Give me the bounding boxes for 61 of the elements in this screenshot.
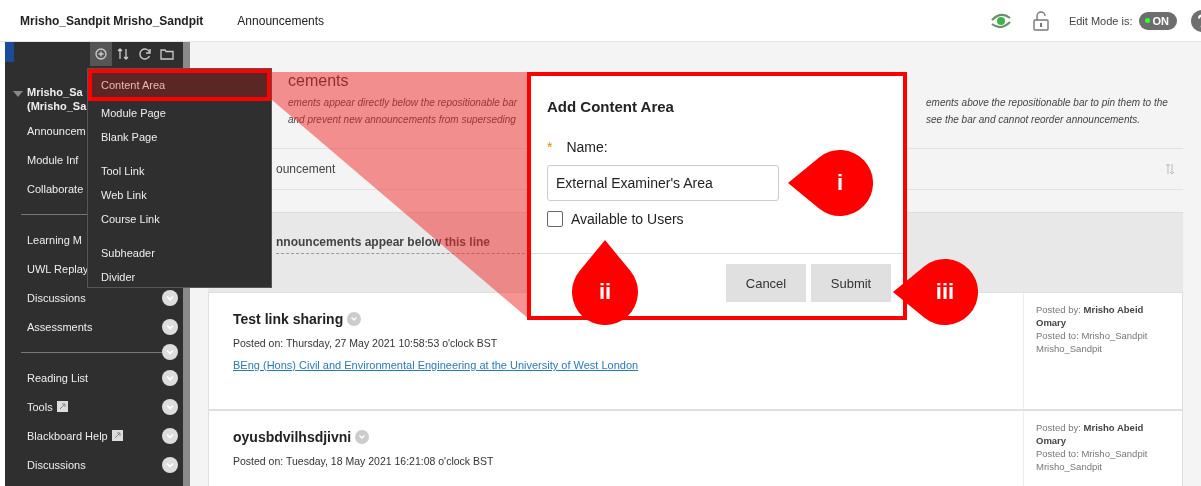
- options-icon[interactable]: [162, 427, 178, 444]
- course-tab-marker: [5, 42, 14, 62]
- course-menu-item[interactable]: Module Inf: [27, 153, 79, 166]
- course-name[interactable]: (Mrisho_Sa: [27, 100, 87, 112]
- course-menu-item[interactable]: Collaborate: [27, 182, 84, 195]
- course-title[interactable]: Mrisho_Sandpit Mrisho_Sandpit: [20, 13, 204, 28]
- menu-item[interactable]: Module Page: [88, 101, 271, 125]
- announcement-title: Test link sharing: [233, 311, 344, 327]
- callout-label: iii: [935, 279, 955, 305]
- posted-to: Posted to: Mrisho_Sandpit Mrisho_Sandpit: [1036, 447, 1149, 473]
- required-mark: *: [547, 139, 553, 155]
- checkbox-label: Available to Users: [571, 211, 684, 227]
- course-menu-item[interactable]: Blackboard Help: [27, 429, 108, 442]
- edit-mode-label: Edit Mode is:: [1068, 14, 1133, 27]
- posted-by: Posted by: Mrisho Abeid Omary: [1036, 421, 1145, 447]
- options-icon[interactable]: [162, 456, 178, 473]
- cancel-button[interactable]: Cancel: [726, 264, 806, 302]
- edit-mode-toggle[interactable]: ON: [1138, 11, 1177, 30]
- course-menu-item[interactable]: Learning M: [27, 233, 83, 246]
- submit-button[interactable]: Submit: [811, 264, 891, 302]
- posted-date: Posted on: Thursday, 27 May 2021 10:58:53 o'clock BST: [233, 337, 499, 349]
- options-icon[interactable]: [162, 369, 178, 386]
- add-icon[interactable]: [90, 42, 112, 66]
- options-icon[interactable]: [162, 289, 178, 306]
- announcement-link[interactable]: BEng (Hons) Civil and Environmental Engineering at the University of West London: [233, 359, 999, 371]
- menu-item[interactable]: Blank Page: [88, 125, 271, 149]
- options-icon[interactable]: [162, 398, 178, 415]
- course-menu-item[interactable]: Tools: [27, 400, 53, 413]
- create-announcement-button[interactable]: ouncement: [276, 162, 336, 176]
- course-menu-item[interactable]: UWL Replay: [27, 262, 89, 275]
- lock-icon[interactable]: [1032, 10, 1049, 31]
- options-icon[interactable]: [162, 318, 178, 335]
- course-name[interactable]: Mrisho_Sa: [27, 86, 87, 98]
- course-menu-item[interactable]: Reading List: [27, 371, 89, 384]
- announcement-title: oyusbdvilhsdjivni: [233, 429, 352, 445]
- instruction-text: ements appear directly below the repositionable bar: [288, 96, 519, 110]
- callout-label: i: [836, 170, 844, 196]
- posted-by: Posted by: Mrisho Abeid Omary: [1036, 303, 1145, 329]
- menu-item[interactable]: Tool Link: [88, 159, 271, 183]
- page-title: cements: [288, 72, 350, 90]
- breadcrumb: Announcements: [237, 13, 325, 28]
- expand-caret-icon[interactable]: [13, 90, 23, 98]
- callout-label: ii: [598, 279, 612, 305]
- course-menu-item[interactable]: Assessments: [27, 320, 93, 333]
- course-menu-item[interactable]: Discussions: [27, 458, 86, 471]
- instruction-text: see the bar and cannot reorder announcements.: [926, 113, 1142, 127]
- course-menu-item[interactable]: Announcem: [27, 124, 86, 137]
- menu-item[interactable]: Divider: [88, 265, 271, 289]
- name-field[interactable]: External Examiner's Area: [547, 165, 779, 201]
- menu-item[interactable]: Content Area: [88, 69, 271, 101]
- dialog-title: Add Content Area: [547, 98, 675, 115]
- posted-to: Posted to: Mrisho_Sandpit Mrisho_Sandpit: [1036, 329, 1149, 355]
- instruction-text: ements above the repositionable bar to pin them to the: [926, 96, 1168, 110]
- posted-date: Posted on: Tuesday, 18 May 2021 16:21:08 o'clock BST: [233, 455, 495, 467]
- checkbox[interactable]: [547, 211, 563, 227]
- options-icon[interactable]: [162, 344, 178, 360]
- menu-item[interactable]: Web Link: [88, 183, 271, 207]
- name-label: Name:: [566, 139, 608, 155]
- course-menu-item[interactable]: Discussions: [27, 291, 86, 304]
- menu-item[interactable]: Course Link: [88, 207, 271, 231]
- menu-item[interactable]: Subheader: [88, 241, 271, 265]
